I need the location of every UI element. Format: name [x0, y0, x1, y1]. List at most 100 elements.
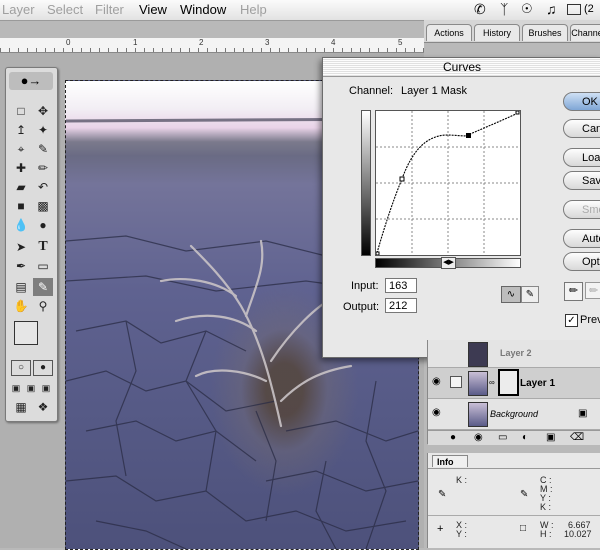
selection-size-icon: □ — [520, 523, 527, 534]
foreground-color-swatch[interactable] — [14, 321, 38, 345]
tab-history[interactable]: History — [474, 24, 520, 41]
wifi-icon[interactable]: ☉ — [521, 1, 533, 17]
brush-icon[interactable]: ✏ — [33, 159, 53, 177]
divider — [428, 515, 600, 516]
lock-icon: ▣ — [578, 408, 588, 419]
notes-icon[interactable]: ▤ — [11, 278, 31, 296]
info-y-label: Y : — [456, 529, 467, 539]
photoshop-eye-icon[interactable]: ●→ — [9, 72, 53, 90]
input-field[interactable]: 163 — [385, 278, 417, 293]
shape-icon[interactable]: ▭ — [33, 257, 53, 275]
phone-icon[interactable]: ✆ — [474, 1, 486, 18]
save-button[interactable]: Save... — [563, 171, 600, 190]
eye-icon[interactable]: ◉ — [432, 377, 442, 387]
marquee-icon[interactable]: □ — [11, 102, 31, 120]
new-set-icon[interactable]: ▭ — [498, 432, 507, 443]
load-button[interactable]: Load... — [563, 148, 600, 167]
adjustment-layer-icon[interactable]: ◐ — [522, 432, 528, 443]
layer-mask-link-icon[interactable] — [450, 376, 462, 388]
preview-label: Preview — [580, 314, 600, 326]
ruler-number: 4 — [331, 38, 336, 47]
curve-graph[interactable] — [375, 110, 521, 256]
eyedropper-icon: ✎ — [438, 489, 447, 500]
output-field[interactable]: 212 — [385, 298, 417, 313]
standard-mode-icon[interactable]: ○ — [11, 360, 31, 376]
history-brush-icon[interactable]: ↶ — [33, 178, 53, 196]
bluetooth-icon[interactable]: ᛉ — [500, 1, 508, 17]
menu-view[interactable]: View — [139, 2, 167, 17]
gray-eyedropper-icon[interactable]: ✏ — [585, 282, 600, 299]
quick-mask-icon[interactable]: ● — [33, 360, 53, 376]
layer-name[interactable]: Background — [490, 409, 538, 419]
chain-icon[interactable]: ∞ — [489, 378, 495, 387]
layer-style-icon[interactable]: ● — [450, 432, 456, 443]
tab-info[interactable]: Info — [432, 455, 468, 467]
horizontal-ruler[interactable]: 0 1 2 3 4 5 — [0, 38, 424, 53]
menu-filter[interactable]: Filter — [95, 2, 124, 17]
volume-icon[interactable]: ♫ — [546, 1, 557, 17]
edit-in-imageready-icon[interactable]: ❖ — [33, 398, 53, 416]
eraser-icon[interactable]: ■ — [11, 197, 31, 215]
add-mask-icon[interactable]: ◉ — [474, 432, 483, 443]
lasso-icon[interactable]: ↥ — [11, 121, 31, 139]
dodge-icon[interactable]: ● — [33, 216, 53, 234]
trash-icon[interactable]: ⌫ — [570, 432, 584, 443]
eye-icon[interactable]: ◉ — [432, 408, 442, 418]
hand-icon[interactable]: ✋ — [11, 297, 31, 315]
menu-window[interactable]: Window — [180, 2, 226, 17]
info-h-value: 10.027 — [564, 529, 592, 539]
layer-name[interactable]: Layer 2 — [500, 348, 532, 358]
zoom-icon[interactable]: ⚲ — [33, 297, 53, 315]
eyedropper-icon[interactable]: ✎ — [33, 278, 53, 296]
layer-thumbnail — [468, 342, 488, 367]
blur-icon[interactable]: 💧 — [11, 216, 31, 234]
tab-channels[interactable]: Channe — [570, 24, 600, 41]
ok-button[interactable]: OK — [563, 92, 600, 111]
info-h-label: H : — [540, 529, 552, 539]
healing-brush-icon[interactable]: ✚ — [11, 159, 31, 177]
menu-layer[interactable]: Layer — [2, 2, 35, 17]
path-selection-icon[interactable]: ➤ — [11, 238, 31, 256]
dialog-title[interactable]: Curves — [323, 58, 600, 77]
layer-name[interactable]: Layer 1 — [520, 378, 555, 389]
screen-mode-standard-icon[interactable]: ▣ — [9, 379, 23, 397]
cancel-button[interactable]: Cancel — [563, 119, 600, 138]
layer-row[interactable]: Layer 2 — [428, 340, 600, 368]
ruler-number: 2 — [199, 38, 204, 47]
channel-label: Channel: — [349, 85, 394, 97]
menu-select[interactable]: Select — [47, 2, 83, 17]
eyedropper-icon: ✎ — [520, 489, 529, 500]
channel-select[interactable]: Layer 1 Mask — [401, 85, 467, 97]
curve-tool-icon[interactable]: ∿ — [501, 286, 521, 303]
options-button[interactable]: Options... — [563, 252, 600, 271]
layer-row[interactable]: ◉ Background ▣ — [428, 399, 600, 430]
layer-thumbnail — [468, 402, 488, 427]
magic-wand-icon[interactable]: ✦ — [33, 121, 53, 139]
stamp-icon[interactable]: ▰ — [11, 178, 31, 196]
tab-actions[interactable]: Actions — [426, 24, 472, 41]
pen-icon[interactable]: ✒ — [11, 257, 31, 275]
move-icon[interactable]: ✥ — [33, 102, 53, 120]
screen-mode-full-menu-icon[interactable]: ▣ — [24, 379, 38, 397]
smooth-button[interactable]: Smooth — [563, 200, 600, 219]
type-icon[interactable]: T — [33, 238, 53, 256]
new-layer-icon[interactable]: ▣ — [546, 432, 555, 443]
pencil-tool-icon[interactable]: ✎ — [521, 286, 539, 303]
battery-icon[interactable] — [567, 4, 581, 15]
black-eyedropper-icon[interactable]: ✏ — [564, 282, 583, 301]
crop-icon[interactable]: ⌖ — [11, 140, 31, 158]
preview-checkbox[interactable]: ✓ — [565, 314, 578, 327]
screen-mode-full-icon[interactable]: ▣ — [39, 379, 53, 397]
slice-icon[interactable]: ✎ — [33, 140, 53, 158]
auto-button[interactable]: Auto — [563, 229, 600, 248]
gradient-icon[interactable]: ▩ — [33, 197, 53, 215]
layer-row-selected[interactable]: ◉ ∞ Layer 1 — [428, 368, 600, 399]
info-k2-label: K : — [540, 502, 552, 512]
gradient-toggle-icon[interactable]: ◀▶ — [441, 257, 456, 269]
layer-mask-thumbnail[interactable] — [498, 369, 519, 396]
menu-help[interactable]: Help — [240, 2, 267, 17]
layers-panel: Layer 2 ◉ ∞ Layer 1 ◉ Background ▣ ● ◉ ▭… — [427, 340, 600, 445]
jump-to-imageready-icon[interactable]: ▦ — [11, 398, 31, 416]
divider — [428, 468, 600, 469]
tab-brushes[interactable]: Brushes — [522, 24, 568, 41]
